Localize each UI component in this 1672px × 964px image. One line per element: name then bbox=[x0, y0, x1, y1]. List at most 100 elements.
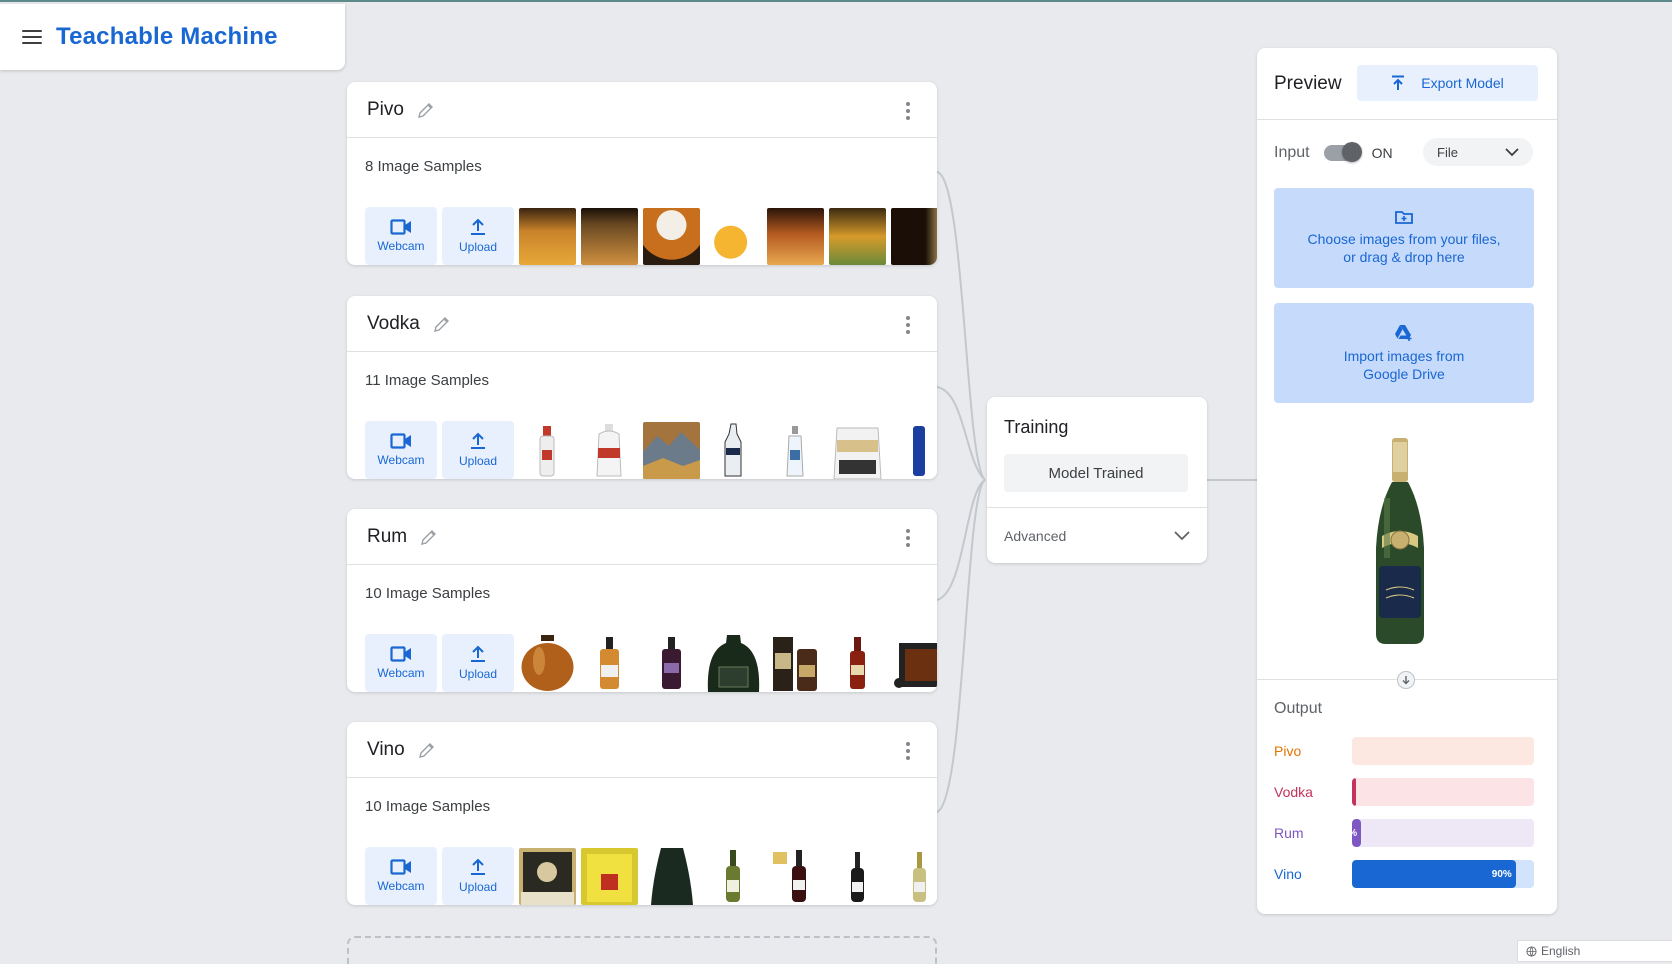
toggle-state: ON bbox=[1371, 145, 1393, 161]
sample-thumbnail[interactable] bbox=[891, 208, 937, 265]
sample-thumbnail[interactable] bbox=[643, 422, 700, 479]
menu-icon[interactable] bbox=[22, 30, 42, 44]
upload-icon bbox=[471, 645, 485, 662]
class-card-vodka: Vodka 11 Image Samples Webcam Upload bbox=[347, 296, 937, 479]
confidence-fill: % bbox=[1352, 819, 1362, 847]
pencil-icon[interactable] bbox=[416, 100, 436, 120]
samples-count: 11 Image Samples bbox=[365, 372, 489, 389]
sample-thumbnail[interactable] bbox=[829, 422, 886, 479]
confidence-fill bbox=[1352, 778, 1356, 806]
webcam-button[interactable]: Webcam bbox=[365, 847, 437, 905]
sample-thumbnails bbox=[519, 208, 937, 265]
more-options-icon[interactable] bbox=[905, 102, 911, 120]
sample-thumbnail[interactable] bbox=[705, 422, 762, 479]
webcam-icon bbox=[390, 433, 411, 449]
sample-thumbnails bbox=[519, 848, 937, 905]
sample-thumbnail[interactable] bbox=[519, 635, 576, 692]
chevron-down-icon bbox=[1174, 530, 1190, 540]
class-name[interactable]: Vodka bbox=[367, 313, 420, 335]
sample-thumbnail[interactable] bbox=[581, 848, 638, 905]
webcam-button[interactable]: Webcam bbox=[365, 421, 437, 479]
pencil-icon[interactable] bbox=[419, 527, 439, 547]
sample-thumbnail[interactable] bbox=[581, 635, 638, 692]
input-source-select[interactable]: File bbox=[1423, 138, 1533, 166]
sample-thumbnail[interactable] bbox=[705, 208, 762, 265]
sample-thumbnail[interactable] bbox=[643, 848, 700, 905]
training-title: Training bbox=[1004, 417, 1069, 437]
upload-button[interactable]: Upload bbox=[442, 421, 514, 479]
language-select[interactable]: English bbox=[1517, 940, 1672, 962]
add-class-card[interactable] bbox=[347, 936, 937, 964]
export-model-button[interactable]: Export Model bbox=[1357, 65, 1538, 101]
more-options-icon[interactable] bbox=[905, 316, 911, 334]
sample-thumbnail[interactable] bbox=[519, 422, 576, 479]
webcam-icon bbox=[390, 219, 411, 235]
more-options-icon[interactable] bbox=[905, 742, 911, 760]
confidence-value: % bbox=[1352, 828, 1361, 839]
class-card-header: Vino bbox=[347, 722, 937, 778]
samples-count: 10 Image Samples bbox=[365, 585, 491, 602]
confidence-fill: 90% bbox=[1352, 860, 1516, 888]
class-name[interactable]: Rum bbox=[367, 526, 407, 548]
upload-button[interactable]: Upload bbox=[442, 207, 514, 265]
input-toggle[interactable] bbox=[1323, 142, 1362, 162]
preview-header: Preview Export Model bbox=[1257, 48, 1557, 120]
upload-button[interactable]: Upload bbox=[442, 847, 514, 905]
app-header: Teachable Machine bbox=[0, 4, 345, 70]
sample-thumbnail[interactable] bbox=[519, 848, 576, 905]
advanced-toggle[interactable]: Advanced bbox=[987, 507, 1207, 563]
sample-thumbnail[interactable] bbox=[643, 208, 700, 265]
pencil-icon[interactable] bbox=[417, 740, 437, 760]
webcam-button[interactable]: Webcam bbox=[365, 207, 437, 265]
upload-button[interactable]: Upload bbox=[442, 634, 514, 692]
confidence-bar: % bbox=[1352, 819, 1534, 847]
more-options-icon[interactable] bbox=[905, 529, 911, 547]
app-title[interactable]: Teachable Machine bbox=[56, 23, 278, 51]
google-drive-icon bbox=[1395, 324, 1412, 341]
sample-thumbnail[interactable] bbox=[705, 635, 762, 692]
output-label: Vodka bbox=[1274, 784, 1313, 800]
class-card-header: Pivo bbox=[347, 82, 937, 138]
samples-count: 8 Image Samples bbox=[365, 158, 482, 175]
sample-thumbnail[interactable] bbox=[705, 848, 762, 905]
samples-count: 10 Image Samples bbox=[365, 798, 491, 815]
webcam-button[interactable]: Webcam bbox=[365, 634, 437, 692]
output-label: Vino bbox=[1274, 866, 1302, 882]
output-row-pivo: Pivo bbox=[1274, 737, 1540, 765]
pencil-icon[interactable] bbox=[432, 314, 452, 334]
confidence-bar bbox=[1352, 737, 1534, 765]
sample-thumbnail[interactable] bbox=[891, 848, 937, 905]
class-card-rum: Rum 10 Image Samples Webcam Upload bbox=[347, 509, 937, 692]
sample-thumbnail[interactable] bbox=[581, 208, 638, 265]
advanced-label: Advanced bbox=[1004, 527, 1067, 544]
upload-icon bbox=[471, 858, 485, 875]
output-row-rum: Rum% bbox=[1274, 819, 1540, 847]
class-name[interactable]: Vino bbox=[367, 739, 405, 761]
preview-input-image bbox=[1376, 438, 1424, 644]
input-label: Input bbox=[1274, 144, 1310, 161]
sample-thumbnail[interactable] bbox=[519, 208, 576, 265]
webcam-icon bbox=[390, 646, 411, 662]
sample-thumbnail[interactable] bbox=[829, 635, 886, 692]
upload-icon bbox=[471, 432, 485, 449]
class-name[interactable]: Pivo bbox=[367, 99, 404, 121]
sample-thumbnail[interactable] bbox=[767, 635, 824, 692]
sample-thumbnail[interactable] bbox=[767, 208, 824, 265]
sample-thumbnail[interactable] bbox=[829, 848, 886, 905]
arrow-down-icon bbox=[1397, 671, 1415, 689]
sample-thumbnail[interactable] bbox=[891, 422, 937, 479]
output-label: Rum bbox=[1274, 825, 1304, 841]
google-drive-import[interactable]: Import images from Google Drive bbox=[1274, 303, 1534, 403]
export-icon bbox=[1392, 75, 1405, 90]
sample-thumbnail[interactable] bbox=[581, 422, 638, 479]
sample-thumbnail[interactable] bbox=[891, 635, 937, 692]
output-title: Output bbox=[1274, 700, 1323, 717]
sample-thumbnail[interactable] bbox=[829, 208, 886, 265]
train-model-button[interactable]: Model Trained bbox=[1004, 454, 1188, 492]
sample-thumbnail[interactable] bbox=[767, 422, 824, 479]
input-row: Input ON File bbox=[1274, 138, 1540, 168]
sample-thumbnail[interactable] bbox=[767, 848, 824, 905]
file-drop-zone[interactable]: Choose images from your files, or drag & … bbox=[1274, 188, 1534, 288]
sample-thumbnail[interactable] bbox=[643, 635, 700, 692]
output-row-vodka: Vodka bbox=[1274, 778, 1540, 806]
